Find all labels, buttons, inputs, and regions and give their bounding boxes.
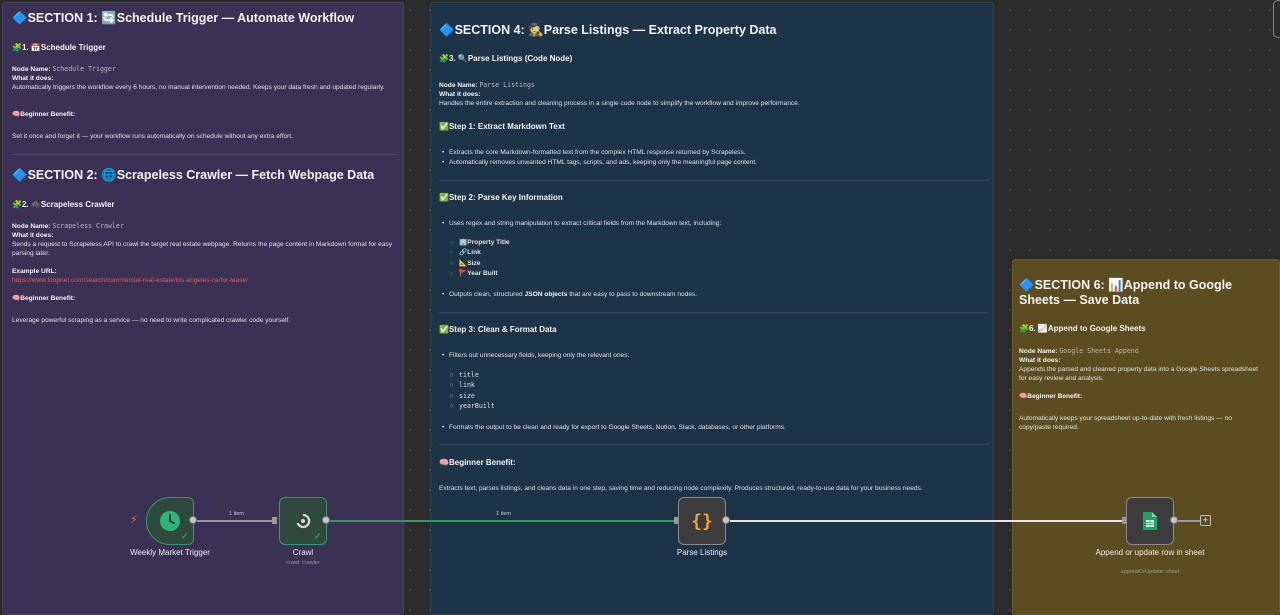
section-6-heading: 🧩6. 📈Append to Google Sheets <box>1019 324 1146 333</box>
input-handle[interactable] <box>272 517 277 524</box>
field-size: 📐Size <box>439 259 739 270</box>
section-4-benefit-text: Extracts text, parses listings, and clea… <box>439 485 923 492</box>
success-check-icon: ✓ <box>181 531 189 541</box>
section-4-what-label: What it does: <box>439 91 481 98</box>
section-6-benefit-label: 🧠Beginner Benefit: <box>1019 393 1083 400</box>
output-handle[interactable] <box>189 516 197 524</box>
section-2-node-name: Node Name: Scrapeless Crawler <box>12 222 124 230</box>
output-handle[interactable] <box>1170 516 1178 524</box>
section-2-benefit-label: 🧠Beginner Benefit: <box>12 295 76 302</box>
section-4-title: 🔷SECTION 4: 🕵️Parse Listings — Extract P… <box>439 23 777 37</box>
divider <box>439 180 989 181</box>
code-braces-icon: {} <box>691 510 713 532</box>
section-1-benefit-text: Set it once and forget it — your workflo… <box>12 133 293 140</box>
scrapeless-icon <box>296 513 311 529</box>
section-1-benefit-label: 🧠Beginner Benefit: <box>12 111 76 118</box>
google-sheets-icon <box>1143 512 1157 530</box>
section-6-what-label: What it does: <box>1019 357 1061 364</box>
node-label: Crawl <box>292 548 314 557</box>
section-4-heading: 🧩3. 🔍Parse Listings (Code Node) <box>439 54 573 63</box>
section-2-title: 🔷SECTION 2: 🌐Scrapeless Crawler — Fetch … <box>12 168 375 182</box>
step-3-fields: title link size yearBuilt <box>439 370 739 411</box>
connection-crawl-parse[interactable] <box>330 520 674 522</box>
divider <box>439 312 989 313</box>
field-property-title: 🏢Property Title <box>439 238 739 249</box>
section-2-benefit-text: Leverage powerful scraping as a service … <box>12 317 291 324</box>
node-name-code: Google Sheets Append <box>1059 347 1139 355</box>
list-item: Filters out unnecessary fields, keeping … <box>439 351 984 361</box>
section-2-what-label: What it does: <box>12 232 54 239</box>
field-link: 🔗Link <box>439 248 739 259</box>
section-1-title: 🔷SECTION 1: 🔄Schedule Trigger — Automate… <box>12 11 355 25</box>
section-1-heading: 🧩1. 📅Schedule Trigger <box>12 43 106 52</box>
section-4-node-name: Node Name: Parse Listings <box>439 81 535 89</box>
lightning-icon: ⚡ <box>130 514 138 526</box>
section-1-node-name: Node Name: Schedule Trigger <box>12 65 116 73</box>
add-node-icon[interactable]: + <box>1200 515 1211 526</box>
section-4-what-text: Handles the entire extraction and cleani… <box>439 100 800 107</box>
node-name-code: Schedule Trigger <box>52 65 116 73</box>
connection-item-count: 1 item <box>229 511 244 517</box>
section-6-node-name: Node Name: Google Sheets Append <box>1019 347 1139 355</box>
section-1-what-text: Automatically triggers the workflow ever… <box>12 84 385 91</box>
list-item: Formats the output to be clean and ready… <box>439 423 984 433</box>
field-year-built: 🚩Year Built <box>439 269 739 280</box>
connection-parse-sheets[interactable] <box>730 520 1123 522</box>
connection-trigger-crawl[interactable] <box>197 520 276 522</box>
sticky-note-section-6[interactable]: 🔷SECTION 6: 📊Append to Google Sheets — S… <box>1012 259 1280 615</box>
connection-item-count: 1 item <box>496 511 511 517</box>
node-label: Weekly Market Trigger <box>130 548 210 557</box>
node-subtitle: crawl: crawler <box>286 560 320 566</box>
canvas-control-edge[interactable] <box>1273 0 1280 38</box>
example-url-link[interactable]: https://www.loopnet.com/search/commercia… <box>12 276 248 285</box>
node-subtitle: appendOrUpdate: sheet <box>1120 569 1180 575</box>
node-name-code: Scrapeless Crawler <box>52 222 124 230</box>
section-4-benefit-label: 🧠Beginner Benefit: <box>439 458 516 467</box>
node-parse-listings[interactable]: {} <box>678 497 726 545</box>
output-handle[interactable] <box>322 516 330 524</box>
sticky-note-section-1-2[interactable]: 🔷SECTION 1: 🔄Schedule Trigger — Automate… <box>2 2 404 615</box>
divider <box>12 154 397 155</box>
step-3-title: ✅Step 3: Clean & Format Data <box>439 325 557 334</box>
step-2-outro: Outputs clean, structured JSON objects t… <box>439 290 984 300</box>
section-2-heading: 🧩2. 🕷️Scrapeless Crawler <box>12 200 115 209</box>
section-2-what-text: Sends a request to Scrapeless API to cra… <box>12 241 393 257</box>
list-item: Extracts the core Markdown-formatted tex… <box>439 148 984 158</box>
field-year-built: yearBuilt <box>439 401 739 412</box>
connection-add-stub <box>1177 520 1200 522</box>
step-1-list: Extracts the core Markdown-formatted tex… <box>439 148 984 168</box>
field-size: size <box>439 391 739 402</box>
list-item: Outputs clean, structured JSON objects t… <box>439 290 984 300</box>
clock-icon <box>160 511 180 531</box>
node-name-code: Parse Listings <box>479 81 535 89</box>
step-2-title: ✅Step 2: Parse Key Information <box>439 193 563 202</box>
section-6-benefit-text: Automatically keeps your spreadsheet up-… <box>1019 415 1232 431</box>
field-link: link <box>439 380 739 391</box>
node-label: Parse Listings <box>676 548 728 557</box>
list-item: Uses regex and string manipulation to ex… <box>439 219 984 229</box>
success-check-icon: ✓ <box>314 531 322 541</box>
step-1-title: ✅Step 1: Extract Markdown Text <box>439 122 565 131</box>
section-2-url-label: Example URL: <box>12 268 57 275</box>
node-label: Append or update row in sheet <box>1095 548 1205 557</box>
divider <box>439 444 989 445</box>
field-title: title <box>439 370 739 381</box>
section-6-title: 🔷SECTION 6: 📊Append to Google Sheets — S… <box>1019 278 1233 307</box>
output-handle[interactable] <box>722 516 730 524</box>
section-6-what-text: Appends the parsed and cleaned property … <box>1019 366 1259 382</box>
section-1-what-label: What it does: <box>12 75 54 82</box>
step-2-intro: Uses regex and string manipulation to ex… <box>439 219 984 229</box>
step-3-outro: Formats the output to be clean and ready… <box>439 423 984 433</box>
step-2-fields: 🏢Property Title 🔗Link 📐Size 🚩Year Built <box>439 238 739 279</box>
node-append-google-sheets[interactable] <box>1126 497 1174 545</box>
step-3-intro: Filters out unnecessary fields, keeping … <box>439 351 984 361</box>
list-item: Automatically removes unwanted HTML tags… <box>439 158 984 168</box>
